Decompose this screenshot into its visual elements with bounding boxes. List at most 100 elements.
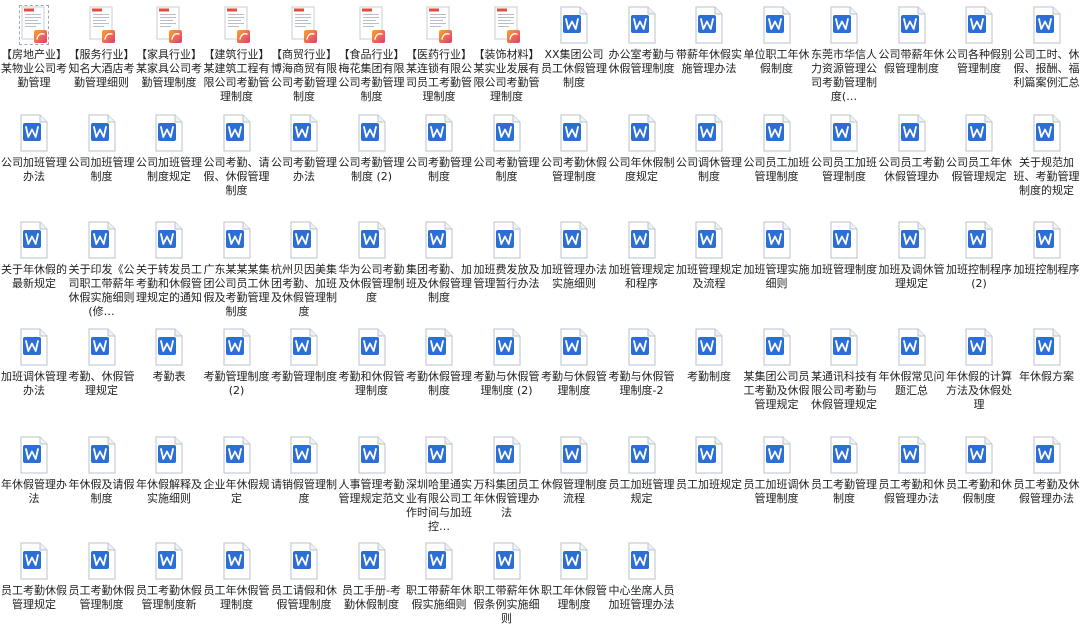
file-item[interactable]: 年休假及请假制度 — [68, 430, 136, 506]
file-item[interactable]: 考勤与休假管理制度 — [540, 322, 608, 398]
file-item[interactable]: 华为公司考勤及休假管理制度 — [338, 215, 406, 305]
file-item[interactable]: 加班管理办法实施细则 — [540, 215, 608, 291]
file-item[interactable]: 关于年休假的最新规定 — [0, 215, 68, 291]
file-item[interactable]: 加班调休管理办法 — [0, 322, 68, 398]
word-file-icon — [560, 436, 588, 474]
file-item[interactable]: 公司调休管理制度 — [675, 108, 743, 184]
file-item[interactable]: 某通讯科技有限公司考勤与休假管理规定 — [810, 322, 878, 412]
file-item[interactable]: 带薪年休假实施管理办法 — [675, 0, 743, 76]
file-item[interactable]: 公司员工考勤休假管理办 — [878, 108, 946, 184]
file-item[interactable]: 加班费发放及管理暂行办法 — [473, 215, 541, 291]
file-item[interactable]: 员工手册-考勤休假制度 — [338, 536, 406, 612]
file-item[interactable]: 考勤和休假管理制度 — [338, 322, 406, 398]
file-item[interactable]: 关于印发《公司职工带薪年休假实施细则(修… — [68, 215, 136, 319]
file-item[interactable]: 年休假方案 — [1013, 322, 1080, 384]
file-item[interactable]: 【商贸行业】博海商贸有限公司考勤管理制度 — [270, 0, 338, 104]
file-item[interactable]: 办公室考勤与休假管理制度 — [608, 0, 676, 76]
file-item[interactable]: 公司加班管理制度规定 — [135, 108, 203, 184]
file-item[interactable]: 员工考勤休假管理制度新 — [135, 536, 203, 612]
file-item[interactable]: 关于规范加班、考勤管理制度的规定 — [1013, 108, 1080, 198]
file-item[interactable]: 考勤与休假管理制度 (2) — [473, 322, 541, 398]
file-item[interactable]: 考勤管理制度 (2) — [203, 322, 271, 398]
file-item[interactable]: 【家具行业】某家具公司考勤管理制度 — [135, 0, 203, 90]
file-name-label: 集团考勤、加班及休假管理制度 — [406, 263, 472, 304]
file-item[interactable]: 员工加班管理规定 — [608, 430, 676, 506]
file-name-label: 公司加班管理制度 — [68, 156, 135, 183]
file-item[interactable]: 深圳哈里通实业有限公司工作时间与加班控… — [405, 430, 473, 534]
file-item[interactable]: 公司员工加班管理制度 — [810, 108, 878, 184]
file-name-label: 员工考勤休假管理制度新 — [136, 584, 202, 611]
file-name-label: 公司员工年休假管理规定 — [946, 156, 1012, 183]
file-item[interactable]: 年休假解释及实施细则 — [135, 430, 203, 506]
file-item[interactable]: 【装饰材料】某实业发展有限公司考勤管理制度 — [473, 0, 541, 104]
file-item[interactable]: 员工考勤管理制度 — [810, 430, 878, 506]
file-item[interactable]: 公司年休假制度规定 — [608, 108, 676, 184]
file-item[interactable]: 公司工时、休假、报酬、福利篇案例汇总 — [1013, 0, 1080, 90]
file-item[interactable]: 考勤休假管理制度 — [405, 322, 473, 398]
file-item[interactable]: 考勤、休假管理规定 — [68, 322, 136, 398]
file-item[interactable]: 休假管理制度流程 — [540, 430, 608, 506]
file-item[interactable]: 员工请假和休假管理制度 — [270, 536, 338, 612]
file-item[interactable]: 【服务行业】知名大酒店考勤管理细则 — [68, 0, 136, 90]
file-item[interactable]: 公司考勤管理制度 — [473, 108, 541, 184]
file-item[interactable]: 员工考勤休假管理制度 — [68, 536, 136, 612]
file-item[interactable]: 员工加班规定 — [675, 430, 743, 492]
file-item[interactable]: 公司考勤、请假、休假管理制度 — [203, 108, 271, 198]
file-item[interactable]: 年休假的计算方法及休假处理 — [945, 322, 1013, 412]
file-item[interactable]: 请销假管理制度 — [270, 430, 338, 506]
file-item[interactable]: 考勤管理制度 — [270, 322, 338, 384]
file-item[interactable]: 年休假管理办法 — [0, 430, 68, 506]
file-item[interactable]: 公司加班管理制度 — [68, 108, 136, 184]
file-item[interactable]: 公司员工年休假管理规定 — [945, 108, 1013, 184]
file-item[interactable]: 关于转发员工考勤和休假管理规定的通知 — [135, 215, 203, 305]
word-file-icon — [965, 328, 993, 366]
file-item[interactable]: 考勤表 — [135, 322, 203, 384]
file-item[interactable]: 职工带薪年休假实施细则 — [405, 536, 473, 612]
file-item[interactable]: 员工年休假管理制度 — [203, 536, 271, 612]
file-item[interactable]: 【食品行业】梅花集团有限公司考勤管理制度 — [338, 0, 406, 104]
file-item[interactable]: 加班管理制度 — [810, 215, 878, 277]
file-item[interactable]: 考勤制度 — [675, 322, 743, 384]
file-item[interactable]: 公司各种假别管理制度 — [945, 0, 1013, 76]
file-item[interactable]: 【医药行业】某连锁有限公司员工考勤管理制度 — [405, 0, 473, 104]
file-item[interactable]: 中心坐席人员加班管理办法 — [608, 536, 676, 612]
file-item[interactable]: 员工考勤休假管理规定 — [0, 536, 68, 612]
file-item[interactable]: 人事管理考勤管理规定范文 — [338, 430, 406, 506]
file-item[interactable]: 公司员工加班管理制度 — [743, 108, 811, 184]
file-item[interactable]: 公司带薪年休假管理制度 — [878, 0, 946, 76]
file-item[interactable]: 【房地产业】某物业公司考勤管理 — [0, 0, 68, 90]
file-item[interactable]: 员工考勤及休假管理办法 — [1013, 430, 1080, 506]
file-item[interactable]: 公司加班管理办法 — [0, 108, 68, 184]
file-item[interactable]: 职工年休假管理制度 — [540, 536, 608, 612]
file-item[interactable]: 东莞市华信人力资源管理公司考勤管理制度(… — [810, 0, 878, 104]
file-item[interactable]: 加班及调休管理规定 — [878, 215, 946, 291]
file-item[interactable]: 加班控制程序 — [1013, 215, 1080, 277]
word-file-icon — [763, 328, 791, 366]
file-item[interactable]: 员工考勤和休假管理办法 — [878, 430, 946, 506]
file-item[interactable]: 考勤与休假管理制度-2 — [608, 322, 676, 398]
file-item[interactable]: 公司考勤休假管理制度 — [540, 108, 608, 184]
file-item[interactable]: 加班管理规定及流程 — [675, 215, 743, 291]
pdf-file-icon — [19, 5, 49, 45]
file-item[interactable]: 公司考勤管理制度 — [405, 108, 473, 184]
file-item[interactable]: 加班管理规定和程序 — [608, 215, 676, 291]
file-item[interactable]: 杭州贝因美集团考勤、加班及休假管理制度 — [270, 215, 338, 319]
file-item[interactable]: 万科集团员工年休假管理办法 — [473, 430, 541, 520]
file-name-label: 公司带薪年休假管理制度 — [878, 48, 945, 75]
file-item[interactable]: 企业年休假规定 — [203, 430, 271, 506]
file-item[interactable]: 加班管理实施细则 — [743, 215, 811, 291]
file-item[interactable]: 公司考勤管理制度 (2) — [338, 108, 406, 184]
file-item[interactable]: 加班控制程序 (2) — [945, 215, 1013, 291]
file-item[interactable]: 公司考勤管理办法 — [270, 108, 338, 184]
file-item[interactable]: 员工加班调休管理制度 — [743, 430, 811, 506]
file-item[interactable]: 广东某某某集团公司员工休假及考勤管理制度 — [203, 215, 271, 319]
file-item[interactable]: XX集团公司员工休假管理制度 — [540, 0, 608, 90]
file-item[interactable]: 【建筑行业】某建筑工程有限公司考勤管理制度 — [203, 0, 271, 104]
file-item[interactable]: 某集团公司员工考勤及休假管理规定 — [743, 322, 811, 412]
file-item[interactable]: 职工带薪年休假条例实施细则 — [473, 536, 541, 626]
file-item[interactable]: 员工考勤和休假制度 — [945, 430, 1013, 506]
file-item[interactable]: 年休假常见问题汇总 — [878, 322, 946, 398]
file-item[interactable]: 单位职工年休假制度 — [743, 0, 811, 76]
file-item[interactable]: 集团考勤、加班及休假管理制度 — [405, 215, 473, 305]
file-name-label: 关于年休假的最新规定 — [1, 263, 67, 290]
